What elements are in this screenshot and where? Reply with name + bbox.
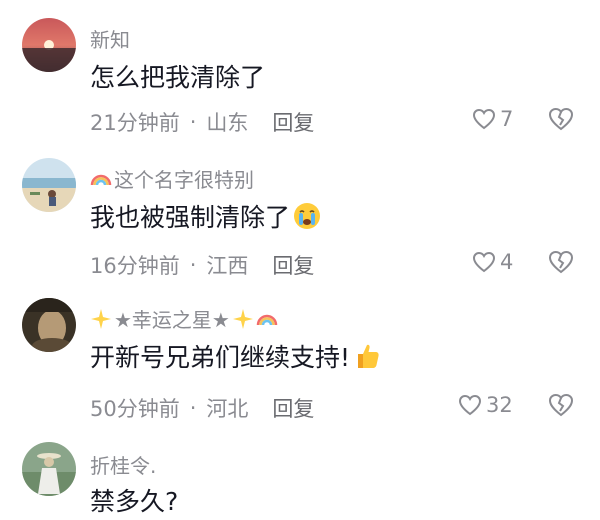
avatar[interactable] (22, 158, 76, 212)
like-button[interactable]: 7 (472, 107, 513, 131)
like-count: 32 (486, 393, 513, 417)
comment-text-body: 开新号兄弟们继续支持! (90, 343, 351, 372)
comment-time: 16分钟前 (90, 254, 180, 278)
comment-meta: 21分钟前 · 山东 回复 (90, 107, 314, 137)
crying-emoji-icon (294, 203, 321, 229)
heart-icon (472, 251, 496, 273)
avatar[interactable] (22, 18, 76, 72)
comment-text-body: 我也被强制清除了 (90, 203, 291, 232)
comment-time: 21分钟前 (90, 111, 180, 135)
username[interactable]: ★幸运之星★ (90, 304, 280, 333)
username[interactable]: 这个名字很特别 (90, 164, 254, 193)
rainbow-icon (256, 314, 278, 325)
like-button[interactable]: 4 (472, 250, 513, 274)
reply-button[interactable]: 回复 (272, 393, 314, 423)
separator-dot: · (189, 253, 197, 277)
sunset-avatar-image (22, 18, 76, 72)
comment-text: 我也被强制清除了 (90, 198, 322, 234)
comment-text: 开新号兄弟们继续支持! (90, 338, 382, 374)
comment-location: 河北 (206, 397, 249, 421)
comment-text: 禁多久? (90, 487, 179, 516)
comment-text: 怎么把我清除了 (90, 63, 266, 92)
comment-location: 江西 (206, 254, 249, 278)
separator-dot: · (189, 110, 197, 134)
comment-location: 山东 (206, 111, 249, 135)
comment-meta: 16分钟前 · 江西 回复 (90, 250, 314, 280)
username-text: ★幸运之星★ (114, 308, 230, 332)
separator-dot: · (189, 396, 197, 420)
sparkle-icon (232, 308, 253, 329)
like-button[interactable]: 32 (458, 393, 513, 417)
dislike-heart-icon[interactable] (548, 249, 574, 275)
username[interactable]: 新知 (90, 24, 130, 53)
figure-avatar-image (22, 442, 76, 496)
portrait-avatar-image (22, 298, 76, 352)
username-text: 这个名字很特别 (114, 168, 254, 192)
reply-button[interactable]: 回复 (272, 107, 314, 137)
like-count: 4 (500, 250, 514, 274)
beach-avatar-image (22, 158, 76, 212)
dislike-heart-icon[interactable] (548, 392, 574, 418)
heart-icon (472, 108, 496, 130)
dislike-heart-icon[interactable] (548, 106, 574, 132)
avatar[interactable] (22, 442, 76, 496)
thumbs-up-emoji-icon (358, 344, 379, 368)
comment-time: 50分钟前 (90, 397, 180, 421)
sparkle-icon (91, 308, 111, 329)
comment-meta: 50分钟前 · 河北 回复 (90, 393, 314, 423)
username[interactable]: 折桂令. (90, 450, 156, 479)
rainbow-icon (90, 174, 112, 185)
heart-icon (458, 394, 482, 416)
reply-button[interactable]: 回复 (272, 250, 314, 280)
avatar[interactable] (22, 298, 76, 352)
like-count: 7 (500, 107, 514, 131)
